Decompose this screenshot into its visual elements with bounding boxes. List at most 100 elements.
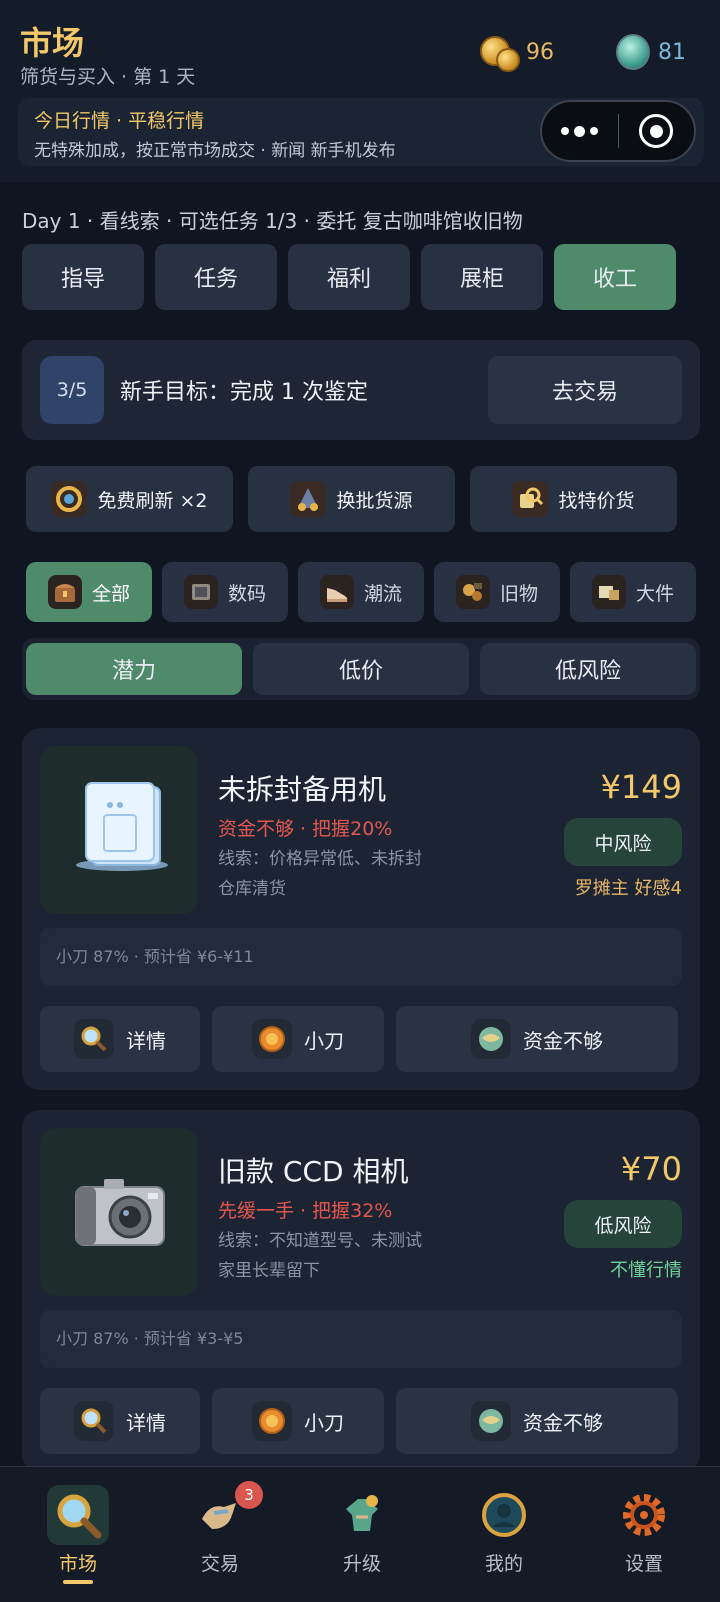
gem-counter[interactable]: 81 <box>616 30 686 74</box>
free-refresh-label: 免费刷新 ×2 <box>97 489 208 512</box>
item-source: 仓库清货 <box>218 879 286 899</box>
item-price: ¥70 <box>620 1150 682 1188</box>
item-warning: 先缓一手 · 把握32% <box>218 1200 393 1222</box>
trade-icon: 3 <box>189 1481 263 1545</box>
gold-amount: 96 <box>526 39 554 65</box>
risk-badge: 中风险 <box>564 818 682 866</box>
category-trend[interactable]: 潮流 <box>298 562 424 622</box>
category-digital[interactable]: 数码 <box>162 562 288 622</box>
tab-guide[interactable]: 指导 <box>22 244 144 310</box>
search-deal-icon <box>512 481 549 517</box>
item-image-ccd-camera <box>40 1128 198 1296</box>
item-source: 家里长辈留下 <box>218 1261 320 1281</box>
nav-trade[interactable]: 3 交易 <box>160 1481 280 1585</box>
find-deals-label: 找特价货 <box>558 489 635 512</box>
novice-goal-card: 3/5 新手目标：完成 1 次鉴定 去交易 <box>22 340 700 440</box>
insufficient-funds-button[interactable]: 资金不够 <box>396 1388 678 1454</box>
miniprogram-capsule <box>540 100 696 162</box>
goal-progress-badge: 3/5 <box>40 356 104 424</box>
nav-market-label: 市场 <box>58 1553 97 1575</box>
dot-icon <box>561 127 570 135</box>
target-close-icon <box>639 114 674 148</box>
bargain-note: 小刀 87% · 预计省 ¥6-¥11 <box>40 928 682 986</box>
magnifier-icon <box>74 1401 114 1441</box>
gem-icon <box>616 34 650 70</box>
tab-finish-work[interactable]: 收工 <box>554 244 676 310</box>
item-warning: 资金不够 · 把握20% <box>218 818 393 840</box>
item-actions: 详情 小刀 资金不够 <box>40 1388 678 1454</box>
boxed-phone-icon <box>76 782 168 871</box>
swap-icon <box>290 481 327 517</box>
nav-trade-label: 交易 <box>200 1553 239 1575</box>
goal-text: 新手目标：完成 1 次鉴定 <box>120 380 368 405</box>
main-tab-bar: 指导 任务 福利 展柜 收工 <box>22 244 676 310</box>
magnifier-icon <box>74 1019 114 1059</box>
filter-low-price[interactable]: 低价 <box>253 643 469 695</box>
bargain-button[interactable]: 小刀 <box>212 1006 384 1072</box>
tab-welfare[interactable]: 福利 <box>288 244 410 310</box>
nav-profile-label: 我的 <box>484 1553 523 1575</box>
risk-badge: 低风险 <box>564 1200 682 1248</box>
item-name: 旧款 CCD 相机 <box>218 1155 409 1188</box>
category-large-label: 大件 <box>635 582 674 605</box>
globe-coin-icon <box>471 1401 511 1441</box>
seller-info: 罗摊主 好感4 <box>574 878 682 899</box>
dot-icon <box>590 127 599 135</box>
swap-source-label: 换批货源 <box>336 489 413 512</box>
day-status-line: Day 1 · 看线索 · 可选任务 1/3 · 委托 复古咖啡馆收旧物 <box>22 209 523 233</box>
coin-icon <box>252 1401 292 1441</box>
chest-icon <box>47 575 82 609</box>
active-indicator <box>63 1580 93 1584</box>
go-trade-button[interactable]: 去交易 <box>488 356 682 424</box>
tab-tasks[interactable]: 任务 <box>155 244 277 310</box>
item-card[interactable]: 未拆封备用机 资金不够 · 把握20% 线索：价格异常低、未拆封 仓库清货 ¥1… <box>22 728 700 1090</box>
free-refresh-button[interactable]: 免费刷新 ×2 <box>26 466 233 532</box>
news-description: 无特殊加成，按正常市场成交 · 新闻 新手机发布 <box>34 141 396 161</box>
find-deals-button[interactable]: 找特价货 <box>470 466 677 532</box>
item-card[interactable]: 旧款 CCD 相机 先缓一手 · 把握32% 线索：不知道型号、未测试 家里长辈… <box>22 1110 700 1472</box>
more-options-button[interactable] <box>542 102 618 160</box>
item-clue: 线索：价格异常低、未拆封 <box>218 849 422 869</box>
nav-settings[interactable]: 设置 <box>584 1485 704 1585</box>
category-large[interactable]: 大件 <box>570 562 696 622</box>
magnifier-icon <box>47 1485 109 1545</box>
bargain-note: 小刀 87% · 预计省 ¥3-¥5 <box>40 1310 682 1368</box>
nav-profile[interactable]: 我的 <box>444 1485 564 1585</box>
gold-counter[interactable]: 96 <box>480 30 554 74</box>
insufficient-funds-label: 资金不够 <box>523 1410 603 1435</box>
category-antique[interactable]: 旧物 <box>434 562 560 622</box>
insufficient-funds-label: 资金不够 <box>523 1028 603 1053</box>
nav-upgrade-label: 升级 <box>342 1553 381 1575</box>
category-all-label: 全部 <box>91 582 130 605</box>
trade-badge: 3 <box>235 1481 263 1509</box>
insufficient-funds-button[interactable]: 资金不够 <box>396 1006 678 1072</box>
digital-icon <box>183 575 218 609</box>
bottom-navigation: 市场 3 交易 升级 我的 设置 <box>0 1466 720 1602</box>
sort-filter-bar: 潜力 低价 低风险 <box>22 638 700 700</box>
tab-showcase[interactable]: 展柜 <box>421 244 543 310</box>
nav-market[interactable]: 市场 <box>18 1485 138 1585</box>
filter-potential[interactable]: 潜力 <box>26 643 242 695</box>
category-all[interactable]: 全部 <box>26 562 152 622</box>
antique-icon <box>455 575 490 609</box>
item-clue: 线索：不知道型号、未测试 <box>218 1231 422 1251</box>
header: 市场 筛货与买入 · 第 1 天 96 81 今日行情 · 平稳行情 无特殊加成… <box>0 0 720 182</box>
close-miniprogram-button[interactable] <box>619 102 695 160</box>
bargain-label: 小刀 <box>304 1410 344 1435</box>
filter-low-risk[interactable]: 低风险 <box>480 643 696 695</box>
category-antique-label: 旧物 <box>499 582 538 605</box>
news-title: 今日行情 · 平稳行情 <box>34 110 205 132</box>
nav-upgrade[interactable]: 升级 <box>302 1485 422 1585</box>
details-button[interactable]: 详情 <box>40 1006 200 1072</box>
bargain-button[interactable]: 小刀 <box>212 1388 384 1454</box>
swap-source-button[interactable]: 换批货源 <box>248 466 455 532</box>
refresh-icon <box>51 481 88 517</box>
market-tools: 免费刷新 ×2 换批货源 找特价货 <box>26 466 677 532</box>
large-item-icon <box>591 575 626 609</box>
camera-icon <box>75 1179 165 1246</box>
item-image-boxed-phone <box>40 746 198 914</box>
page-title: 市场 <box>20 24 85 62</box>
bargain-label: 小刀 <box>304 1028 344 1053</box>
item-price: ¥149 <box>600 768 682 806</box>
details-button[interactable]: 详情 <box>40 1388 200 1454</box>
